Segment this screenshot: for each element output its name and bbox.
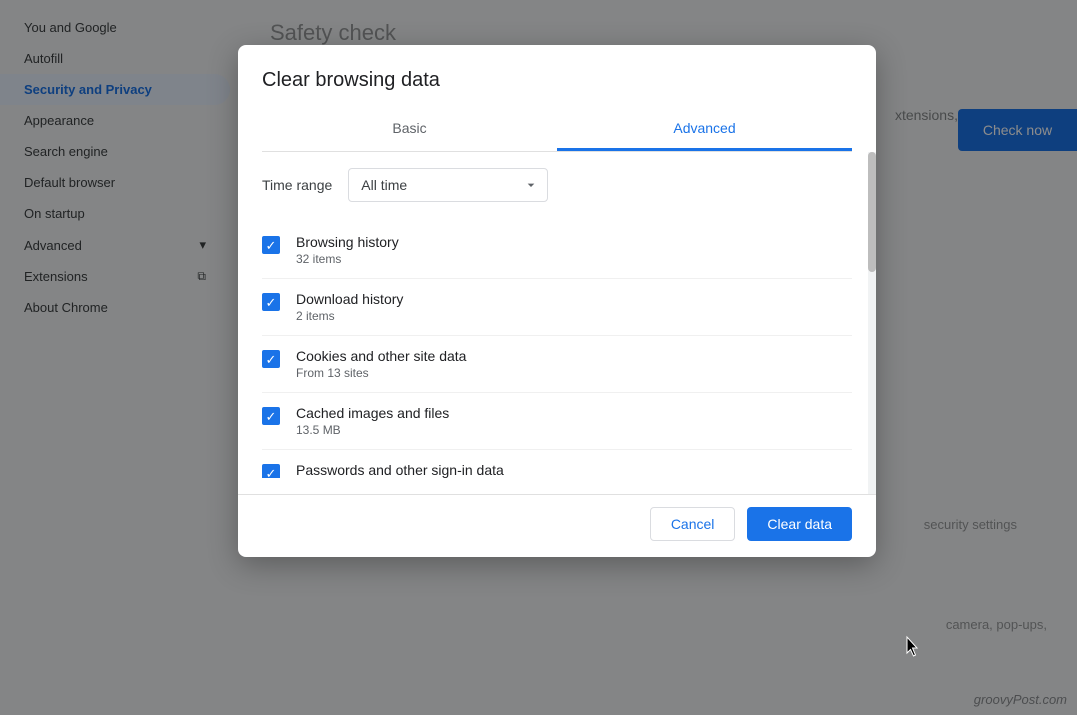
checkmark-icon: ✓ <box>266 239 277 252</box>
checkmark-icon: ✓ <box>266 467 277 479</box>
list-item: ✓ Download history 2 items <box>262 279 852 336</box>
dialog-body: Time range All time Last 4 weeks Last 7 … <box>238 152 876 494</box>
checkbox-browsing-history[interactable]: ✓ <box>262 236 280 254</box>
checkbox-label: Download history <box>296 291 403 307</box>
checkbox-sublabel: 2 items <box>296 309 403 323</box>
dialog-title: Clear browsing data <box>262 69 852 92</box>
checkbox-passwords[interactable]: ✓ <box>262 464 280 478</box>
checkbox-list: ✓ Browsing history 32 items ✓ Download h… <box>262 222 852 478</box>
tab-basic[interactable]: Basic <box>262 108 557 151</box>
checkbox-sublabel: 13.5 MB <box>296 423 449 437</box>
checkmark-icon: ✓ <box>266 410 277 423</box>
scrollbar[interactable] <box>868 152 876 494</box>
cancel-button[interactable]: Cancel <box>650 507 736 541</box>
checkbox-sublabel: From 13 sites <box>296 366 466 380</box>
dialog-footer: Cancel Clear data <box>238 494 876 557</box>
time-range-row: Time range All time Last 4 weeks Last 7 … <box>262 168 852 202</box>
checkbox-cookies[interactable]: ✓ <box>262 350 280 368</box>
checkbox-download-history[interactable]: ✓ <box>262 293 280 311</box>
list-item: ✓ Cached images and files 13.5 MB <box>262 393 852 450</box>
clear-browsing-data-dialog: Clear browsing data Basic Advanced Time … <box>238 45 876 557</box>
checkbox-cached-images[interactable]: ✓ <box>262 407 280 425</box>
checkbox-label: Cookies and other site data <box>296 348 466 364</box>
checkbox-label: Passwords and other sign-in data <box>296 462 504 478</box>
list-item: ✓ Cookies and other site data From 13 si… <box>262 336 852 393</box>
tab-advanced[interactable]: Advanced <box>557 108 852 151</box>
checkbox-label: Cached images and files <box>296 405 449 421</box>
dialog-header: Clear browsing data Basic Advanced <box>238 45 876 152</box>
dialog-tabs: Basic Advanced <box>262 108 852 152</box>
list-item: ✓ Browsing history 32 items <box>262 222 852 279</box>
checkbox-label: Browsing history <box>296 234 399 250</box>
list-item: ✓ Passwords and other sign-in data <box>262 450 852 478</box>
time-range-select[interactable]: All time Last 4 weeks Last 7 days Last 2… <box>348 168 548 202</box>
clear-data-button[interactable]: Clear data <box>747 507 852 541</box>
time-range-label: Time range <box>262 177 332 193</box>
checkbox-sublabel: 32 items <box>296 252 399 266</box>
checkmark-icon: ✓ <box>266 353 277 366</box>
scroll-thumb[interactable] <box>868 152 876 272</box>
checkmark-icon: ✓ <box>266 296 277 309</box>
